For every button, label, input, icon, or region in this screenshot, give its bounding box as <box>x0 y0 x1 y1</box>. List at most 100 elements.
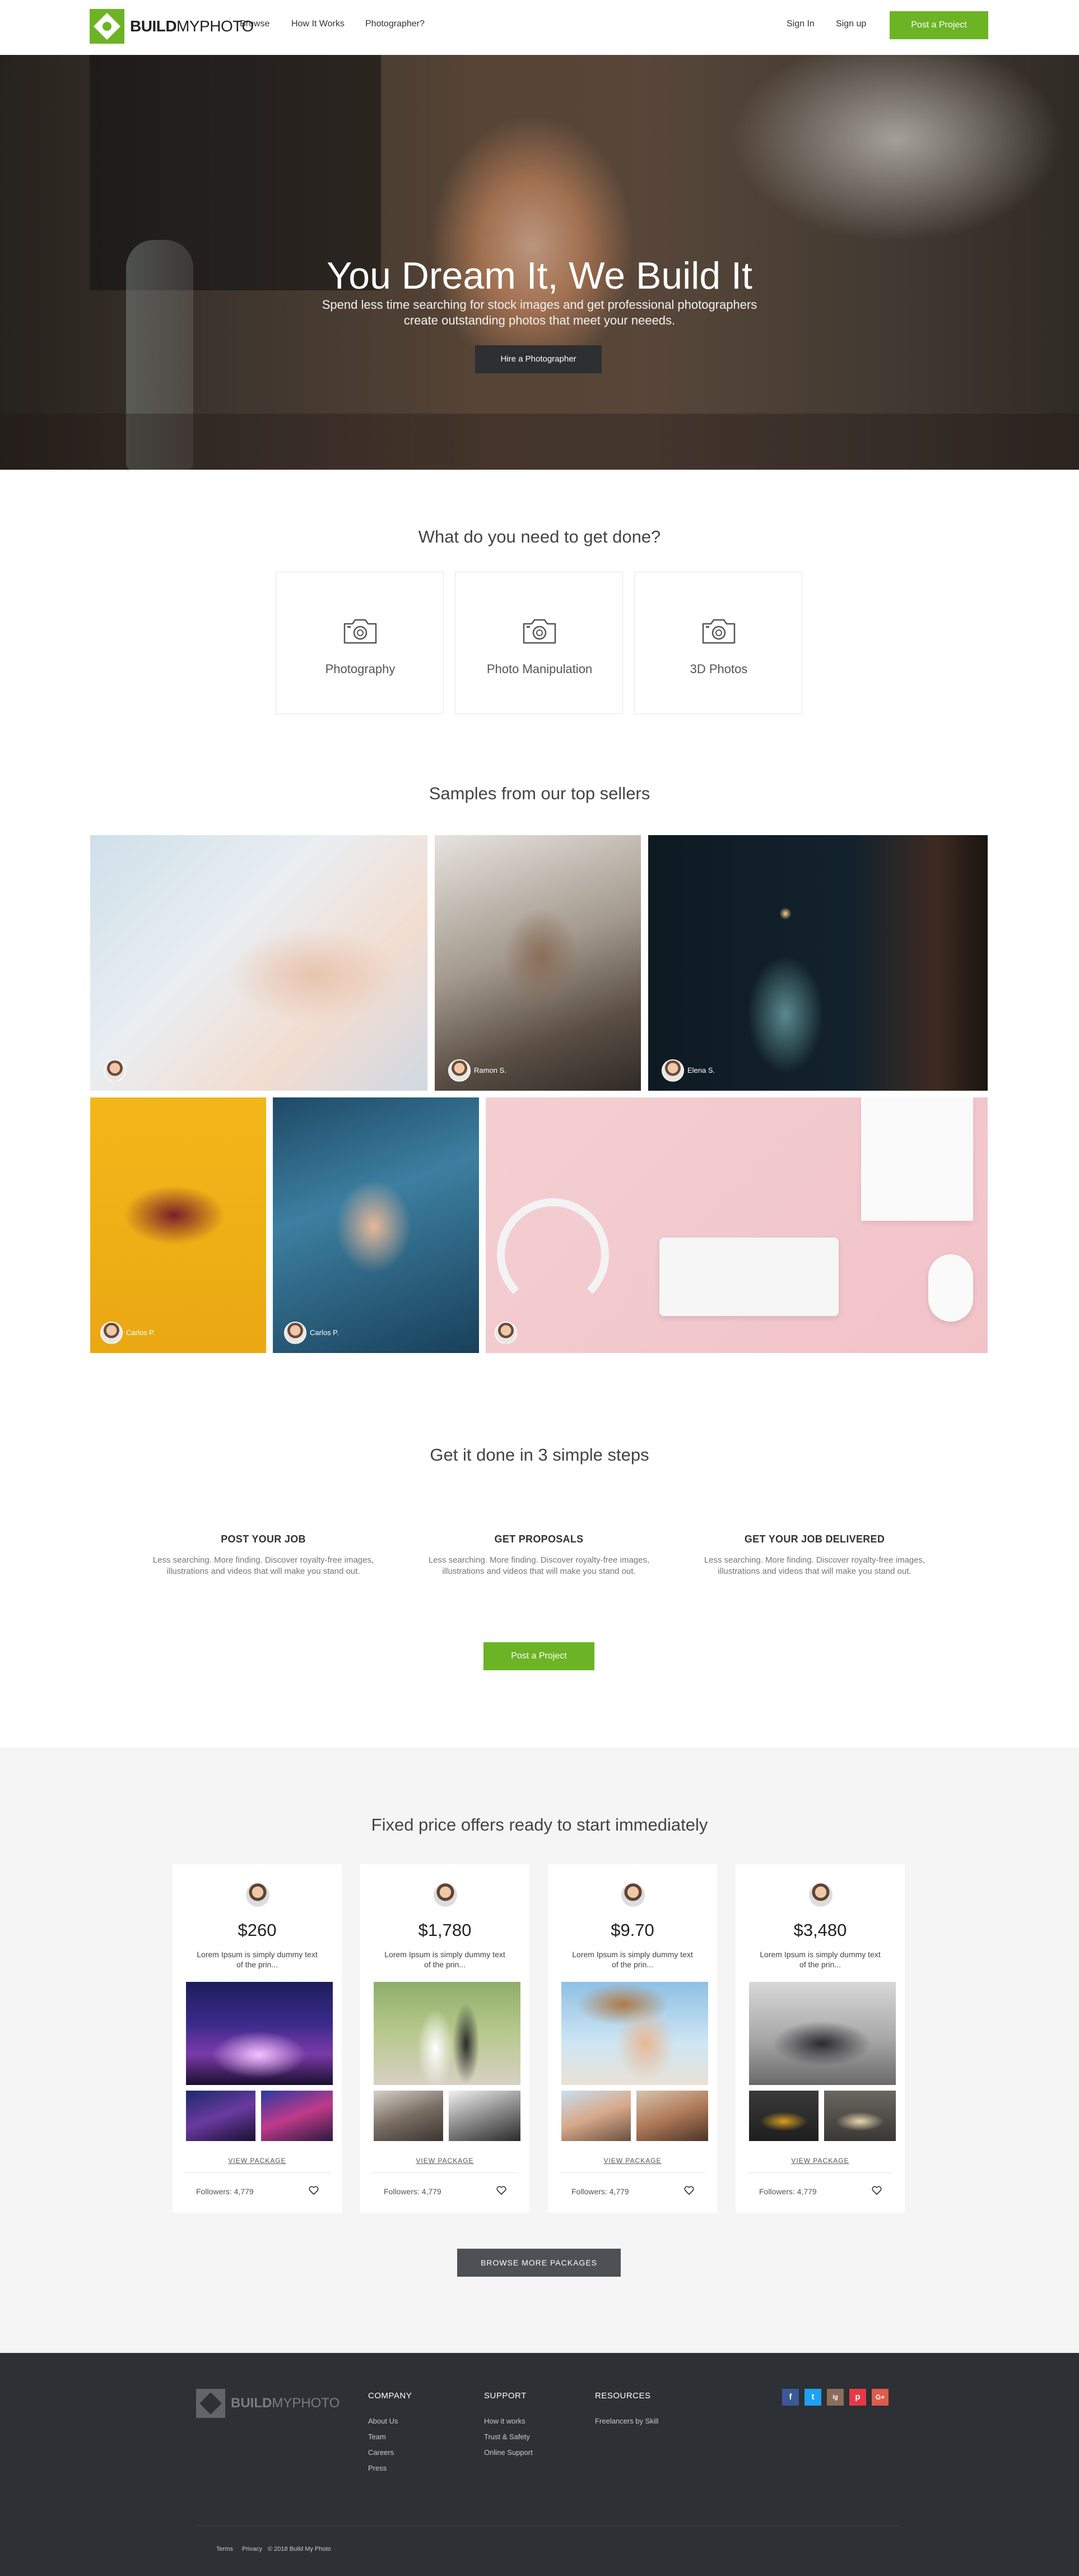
package-price: $9.70 <box>611 1920 654 1940</box>
service-label: Photo Manipulation <box>486 662 593 676</box>
footer-support-title: SUPPORT <box>484 2391 527 2401</box>
seller-avatar <box>621 1883 645 1907</box>
view-package-link[interactable]: VIEW PACKAGE <box>360 2157 529 2165</box>
view-package-link[interactable]: VIEW PACKAGE <box>548 2157 717 2165</box>
package-main-image[interactable] <box>186 1982 333 2085</box>
nav-link-sign-up[interactable]: Sign up <box>836 19 866 29</box>
service-card-photography[interactable]: Photography <box>276 572 444 714</box>
package-card[interactable]: $9.70 Lorem Ipsum is simply dummy text o… <box>548 1864 717 2213</box>
step-desc: Less searching. More finding. Discover r… <box>428 1555 650 1576</box>
browse-more-packages-button[interactable]: BROWSE MORE PACKAGES <box>457 2249 621 2277</box>
heart-icon[interactable] <box>683 2185 695 2196</box>
step-desc: Less searching. More finding. Discover r… <box>704 1555 925 1576</box>
camera-icon <box>343 619 377 644</box>
pinterest-icon[interactable]: p <box>849 2389 866 2406</box>
divider <box>559 2172 706 2173</box>
sample-photo-massage[interactable] <box>90 835 427 1091</box>
footer-link-freelancers-by-skill[interactable]: Freelancers by Skill <box>595 2417 658 2425</box>
footer-link-terms[interactable]: Terms <box>216 2546 233 2552</box>
package-price: $3,480 <box>793 1920 847 1940</box>
seller-avatar <box>104 1059 126 1082</box>
instagram-icon[interactable]: ig <box>827 2389 844 2406</box>
nav-link-how-it-works[interactable]: How It Works <box>291 19 345 29</box>
logo-mark-icon <box>196 2389 225 2418</box>
logo-mark-icon <box>90 9 124 44</box>
package-price: $260 <box>238 1920 277 1940</box>
package-main-image[interactable] <box>749 1982 896 2085</box>
footer-logo[interactable]: BUILDMYPHOTO <box>196 2389 339 2418</box>
services-title: What do you need to get done? <box>418 527 661 546</box>
footer-link-online-support[interactable]: Online Support <box>484 2448 533 2457</box>
seller-name: Ramon S. <box>474 1066 506 1074</box>
hero-subtitle: Spend less time searching for stock imag… <box>322 298 757 327</box>
heart-icon[interactable] <box>308 2185 319 2196</box>
divider <box>184 2172 331 2173</box>
footer-link-how-it-works[interactable]: How it works <box>484 2417 525 2425</box>
seller-avatar <box>284 1322 306 1344</box>
footer-link-careers[interactable]: Careers <box>368 2448 394 2457</box>
nav-link-browse[interactable]: Browse <box>240 19 269 29</box>
hire-photographer-button[interactable]: Hire a Photographer <box>475 345 602 373</box>
footer-company-title: COMPANY <box>368 2391 412 2401</box>
package-card[interactable]: $1,780 Lorem Ipsum is simply dummy text … <box>360 1864 529 2213</box>
hero-banner: You Dream It, We Build It Spend less tim… <box>0 55 1079 470</box>
packages-title: Fixed price offers ready to start immedi… <box>371 1815 708 1834</box>
service-card-photo-manipulation[interactable]: Photo Manipulation <box>455 572 623 714</box>
footer-link-team[interactable]: Team <box>368 2433 386 2441</box>
site-logo[interactable]: BUILDMYPHOTO <box>90 8 254 45</box>
sample-photo-desk[interactable] <box>486 1097 988 1353</box>
package-main-image[interactable] <box>374 1982 520 2085</box>
seller-name: Elena S. <box>687 1066 715 1074</box>
sample-photo-barista[interactable]: Ramon S. <box>435 835 641 1091</box>
seller-avatar <box>448 1059 471 1082</box>
package-desc: Lorem Ipsum is simply dummy text of the … <box>572 1950 693 1969</box>
footer-link-press[interactable]: Press <box>368 2464 387 2472</box>
nav-link-photographer[interactable]: Photographer? <box>365 19 425 29</box>
nav-link-sign-in[interactable]: Sign In <box>787 19 815 29</box>
package-thumb[interactable] <box>561 2091 631 2141</box>
divider <box>747 2172 894 2173</box>
heart-icon[interactable] <box>496 2185 507 2196</box>
seller-avatar <box>100 1322 123 1344</box>
view-package-link[interactable]: VIEW PACKAGE <box>173 2157 342 2165</box>
google-plus-icon[interactable]: G+ <box>872 2389 889 2406</box>
facebook-icon[interactable]: f <box>782 2389 799 2406</box>
service-card-3d-photos[interactable]: 3D Photos <box>634 572 802 714</box>
package-thumb[interactable] <box>186 2091 255 2141</box>
seller-avatar <box>809 1883 832 1907</box>
twitter-icon[interactable]: t <box>804 2389 821 2406</box>
notebook-shape <box>861 1097 973 1221</box>
package-thumb[interactable] <box>374 2091 443 2141</box>
heart-icon[interactable] <box>871 2185 882 2196</box>
post-project-button[interactable]: Post a Project <box>890 11 988 39</box>
package-thumb[interactable] <box>749 2091 818 2141</box>
package-thumb[interactable] <box>449 2091 520 2141</box>
package-main-image[interactable] <box>561 1982 708 2085</box>
footer-copyright: © 2018 Build My Photo <box>268 2546 331 2552</box>
sample-photo-candle[interactable]: Elena S. <box>648 835 988 1091</box>
footer-link-privacy[interactable]: Privacy <box>242 2546 262 2552</box>
hero-title: You Dream It, We Build It <box>327 254 752 297</box>
package-card[interactable]: $260 Lorem Ipsum is simply dummy text of… <box>173 1864 342 2213</box>
package-thumb[interactable] <box>636 2091 708 2141</box>
seller-avatar <box>246 1883 269 1907</box>
step-title: GET YOUR JOB DELIVERED <box>744 1533 885 1545</box>
seller-avatar <box>662 1059 684 1082</box>
sample-photo-sneaker[interactable]: Carlos P. <box>90 1097 266 1353</box>
footer-resources-title: RESOURCES <box>595 2391 651 2401</box>
package-thumb[interactable] <box>261 2091 333 2141</box>
footer-link-about-us[interactable]: About Us <box>368 2417 398 2425</box>
logo-text: BUILDMYPHOTO <box>130 17 254 35</box>
headphones-shape <box>497 1198 609 1310</box>
package-desc: Lorem Ipsum is simply dummy text of the … <box>760 1950 881 1969</box>
package-card[interactable]: $3,480 Lorem Ipsum is simply dummy text … <box>736 1864 905 2213</box>
sample-photo-pool[interactable]: Carlos P. <box>273 1097 479 1353</box>
footer <box>0 2353 1079 2576</box>
steps-title: Get it done in 3 simple steps <box>430 1445 649 1465</box>
view-package-link[interactable]: VIEW PACKAGE <box>736 2157 905 2165</box>
package-desc: Lorem Ipsum is simply dummy text of the … <box>197 1950 318 1969</box>
post-project-button[interactable]: Post a Project <box>483 1642 594 1670</box>
package-thumb[interactable] <box>824 2091 896 2141</box>
footer-link-trust-safety[interactable]: Trust & Safety <box>484 2433 530 2441</box>
service-label: Photography <box>325 662 396 676</box>
